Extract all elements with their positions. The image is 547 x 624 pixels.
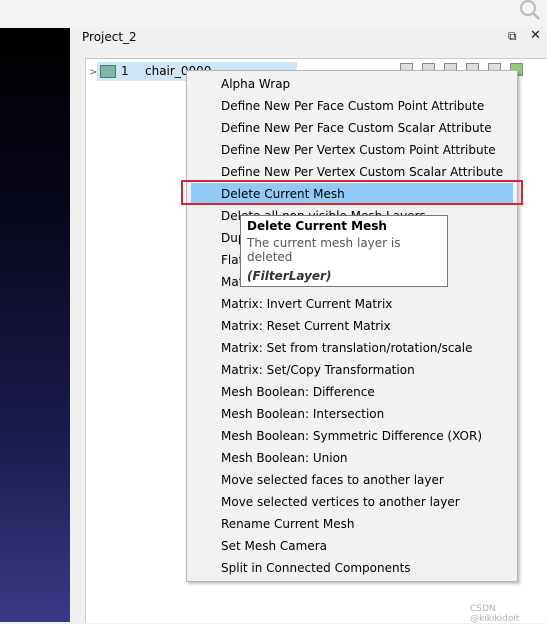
- menu-item[interactable]: Move selected faces to another layer: [187, 469, 517, 491]
- tooltip-filter-class: (FilterLayer): [247, 269, 332, 283]
- menu-item[interactable]: Move selected vertices to another layer: [187, 491, 517, 513]
- menu-item[interactable]: Mesh Boolean: Union: [187, 447, 517, 469]
- menu-item[interactable]: Define New Per Face Custom Scalar Attrib…: [187, 117, 517, 139]
- menu-item[interactable]: Mesh Boolean: Symmetric Difference (XOR): [187, 425, 517, 447]
- menu-item[interactable]: Set Mesh Camera: [187, 535, 517, 557]
- watermark: CSDN @kikikidoit: [470, 604, 520, 624]
- tooltip-description: The current mesh layer is deleted: [247, 236, 401, 264]
- menu-item[interactable]: Mesh Boolean: Difference: [187, 381, 517, 403]
- menu-item[interactable]: Alpha Wrap: [187, 73, 517, 95]
- menu-item[interactable]: Define New Per Face Custom Point Attribu…: [187, 95, 517, 117]
- float-icon[interactable]: ⧉: [508, 29, 517, 44]
- menu-item[interactable]: Matrix: Invert Current Matrix: [187, 293, 517, 315]
- search-icon[interactable]: [516, 0, 542, 22]
- context-menu: Alpha Wrap Define New Per Face Custom Poi…: [186, 70, 518, 582]
- menu-item[interactable]: Define New Per Vertex Custom Point Attri…: [187, 139, 517, 161]
- menu-item[interactable]: Rename Current Mesh: [187, 513, 517, 535]
- menu-item[interactable]: Matrix: Reset Current Matrix: [187, 315, 517, 337]
- 3d-viewport[interactable]: [0, 28, 70, 622]
- annotation-highlight: [181, 180, 523, 205]
- layer-index: 1: [121, 64, 129, 78]
- menu-item[interactable]: Matrix: Set/Copy Transformation: [187, 359, 517, 381]
- close-icon[interactable]: ✕: [530, 28, 541, 43]
- tooltip-title: Delete Current Mesh: [247, 219, 387, 233]
- panel-title: Project_2: [82, 30, 137, 44]
- menu-item[interactable]: Split in Connected Components: [187, 557, 517, 579]
- menu-item[interactable]: Matrix: Set from translation/rotation/sc…: [187, 337, 517, 359]
- tooltip: Delete Current Mesh The current mesh lay…: [240, 215, 448, 287]
- top-toolbar: [0, 0, 547, 26]
- menu-item[interactable]: Mesh Boolean: Intersection: [187, 403, 517, 425]
- mesh-icon: [100, 65, 116, 78]
